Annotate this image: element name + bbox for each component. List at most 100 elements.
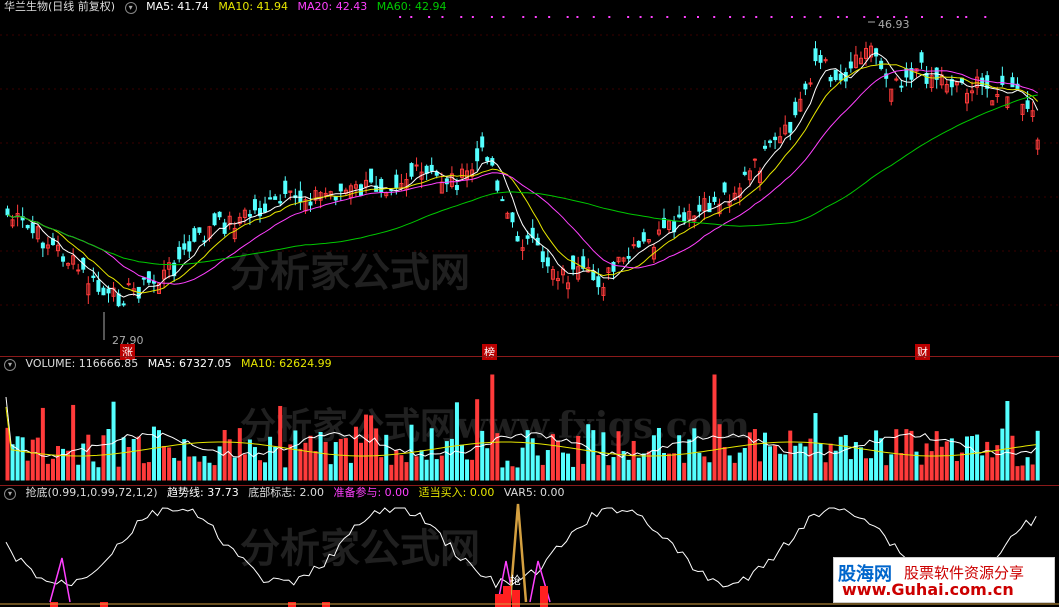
volume-bar — [737, 452, 742, 481]
candle-body — [91, 275, 96, 278]
volume-bar — [722, 447, 727, 481]
candle-body — [146, 271, 151, 283]
logo-url: www.Guhai.com.cn — [842, 580, 1014, 599]
volume-bar — [288, 444, 293, 481]
volume-bar — [611, 457, 616, 481]
volume-bar — [50, 458, 55, 481]
volume-bar — [217, 446, 222, 481]
volume-bar — [505, 460, 510, 481]
candle-body — [495, 180, 500, 191]
volume-bar — [338, 438, 343, 481]
candle-body — [828, 76, 833, 82]
volume-bar — [626, 459, 631, 481]
candle-body — [379, 178, 384, 193]
candle-body — [30, 222, 35, 234]
candle-body — [273, 196, 278, 200]
candlestick-chart[interactable] — [0, 0, 1059, 356]
volume-bar — [641, 453, 646, 481]
volume-bar — [919, 464, 924, 481]
volume-bar — [848, 459, 853, 481]
signal-dot — [650, 16, 653, 18]
volume-bar — [778, 453, 783, 481]
volume-bar — [601, 432, 606, 481]
volume-bar — [61, 448, 66, 481]
volume-bar — [510, 466, 515, 481]
volume-bar — [803, 446, 808, 481]
candle-body — [394, 174, 399, 188]
volume-bar — [146, 462, 151, 481]
volume-bar — [268, 436, 273, 481]
high-price-label: 46.93 — [878, 18, 910, 31]
volume-bar — [182, 439, 187, 481]
volume-bar — [394, 450, 399, 481]
volume-bar — [25, 460, 30, 481]
volume-bar — [591, 430, 596, 481]
volume-bar — [581, 463, 586, 481]
volume-bar — [283, 467, 288, 481]
volume-bar — [485, 448, 490, 481]
candle-body — [475, 148, 480, 162]
candle-body — [742, 171, 747, 175]
candle-body — [510, 212, 515, 223]
volume-bar — [939, 446, 944, 481]
volume-bar — [813, 413, 818, 481]
candle-body — [697, 204, 702, 212]
volume-bar — [1020, 465, 1025, 481]
volume-bar — [662, 452, 666, 481]
volume-chart[interactable] — [0, 357, 1059, 485]
volume-bar — [35, 437, 40, 481]
volume-bar — [783, 454, 788, 481]
signal-dot — [592, 16, 595, 18]
candle-body — [722, 182, 727, 193]
volume-bar — [318, 431, 323, 481]
volume-panel[interactable]: ▾ VOLUME: 116666.85 MA5: 67327.05 MA10: … — [0, 357, 1059, 485]
volume-bar — [818, 443, 823, 481]
volume-bar — [121, 437, 126, 481]
signal-dot — [863, 16, 866, 18]
volume-bar — [379, 457, 384, 481]
volume-bar — [828, 443, 833, 481]
candle-body — [788, 121, 793, 133]
volume-bar — [333, 442, 338, 481]
candle-body — [848, 61, 853, 69]
candle-body — [5, 208, 10, 216]
volume-bar — [520, 447, 525, 481]
volume-bar — [454, 402, 459, 481]
volume-bar — [1030, 464, 1035, 481]
volume-bar — [101, 435, 106, 481]
volume-bar — [838, 436, 843, 481]
price-panel[interactable]: 华兰生物(日线 前复权) ▾ MA5: 41.74 MA10: 41.94 MA… — [0, 0, 1059, 360]
volume-bar — [71, 404, 76, 481]
candle-body — [76, 269, 81, 272]
volume-bar — [672, 453, 677, 481]
volume-bar — [76, 464, 81, 481]
candle-body — [611, 261, 616, 272]
volume-bar — [278, 405, 283, 481]
volume-bar — [793, 445, 798, 481]
volume-bar — [141, 463, 146, 481]
volume-bar — [227, 439, 232, 481]
volume-bar — [970, 436, 975, 481]
candle-body — [409, 163, 414, 177]
candle-body — [197, 227, 202, 233]
candle-body — [424, 165, 429, 174]
volume-bar — [631, 440, 636, 481]
volume-bar — [712, 374, 717, 481]
candle-body — [369, 168, 374, 183]
candle-body — [752, 158, 757, 161]
candle-body — [217, 211, 222, 218]
indicator-panel[interactable]: ▾ 抢底(0.99,1,0.99,72,1,2) 趋势线: 37.73 底部标志… — [0, 486, 1059, 607]
candle-body — [268, 197, 273, 200]
volume-bar — [540, 464, 545, 481]
volume-bar — [727, 455, 732, 481]
candle-body — [803, 83, 808, 90]
signal-dot — [460, 16, 463, 18]
candle-body — [212, 213, 217, 226]
candle-body — [545, 257, 550, 267]
volume-bar — [308, 435, 313, 481]
candle-body — [414, 164, 419, 167]
volume-bar — [56, 446, 60, 481]
volume-bar — [167, 447, 172, 481]
candle-body — [338, 183, 343, 192]
volume-bar — [237, 428, 242, 481]
